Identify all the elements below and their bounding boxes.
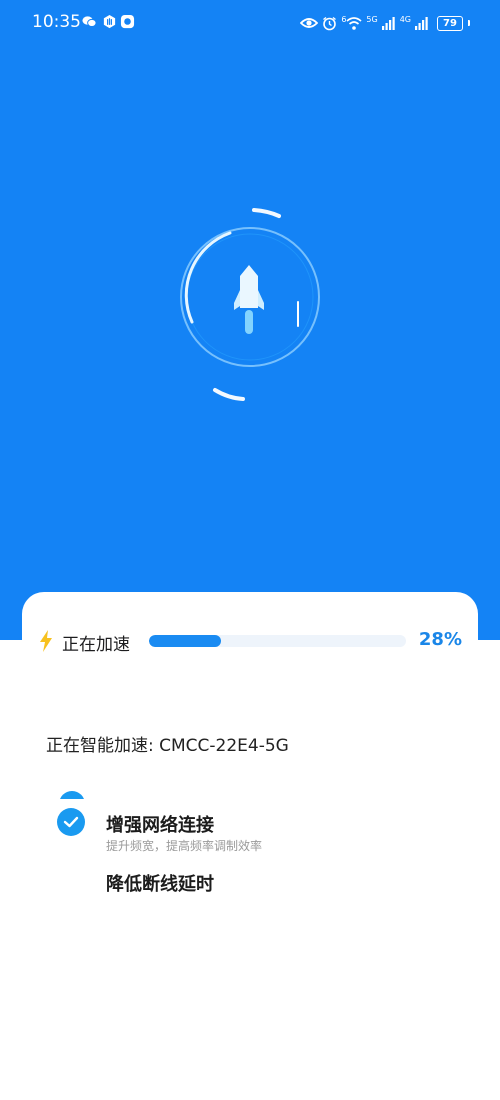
task-title-reduce-latency: 降低断线延时 [106, 874, 214, 895]
speedup-progress: 正在加速 28% [38, 628, 468, 655]
network-4g-label: 4G [399, 14, 411, 24]
task-description-enhance: 提升频宽，提高频率调制效率 [106, 839, 263, 853]
signal-icon [415, 16, 428, 30]
scrolled-check-icon [59, 791, 85, 799]
eye-icon [300, 18, 319, 28]
signal-icon [381, 16, 395, 30]
app-icon [120, 14, 135, 29]
battery-tip [468, 20, 470, 26]
status-bar: 10:35 6 5G 4G 79 [0, 0, 500, 46]
hand-icon [103, 14, 116, 29]
wifi-icon [346, 16, 362, 30]
progress-fill [149, 635, 221, 647]
network-status-text: 正在智能加速: CMCC-22E4-5G [46, 736, 289, 756]
lightning-icon [40, 630, 52, 652]
network-5g-label: 5G [366, 14, 378, 24]
status-time: 10:35 [32, 12, 81, 32]
alarm-icon [323, 16, 337, 30]
progress-percent: 28% [418, 629, 462, 650]
progress-track [149, 635, 406, 647]
task-title-enhance: 增强网络连接 [106, 815, 214, 836]
rocket-animation [150, 190, 360, 420]
progress-label: 正在加速 [62, 635, 130, 655]
wechat-icon [82, 16, 97, 27]
check-icon [57, 808, 85, 836]
rocket-icon [234, 265, 264, 334]
battery-indicator: 79 [437, 15, 463, 31]
